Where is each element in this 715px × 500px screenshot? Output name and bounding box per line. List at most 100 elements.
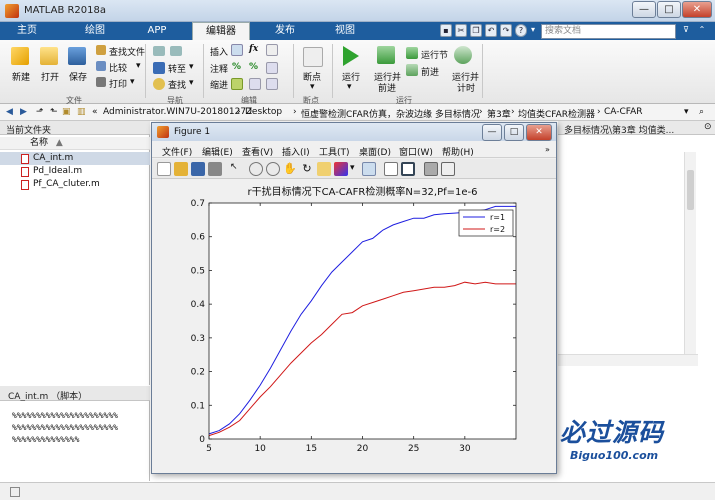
legend-icon[interactable] — [401, 162, 415, 176]
menu-edit[interactable]: 编辑(E) — [202, 145, 233, 158]
find-files-icon[interactable] — [96, 45, 106, 55]
menu-insert[interactable]: 插入(I) — [282, 145, 310, 158]
find-files-label[interactable]: 查找文件 — [109, 45, 145, 58]
data-cursor-icon[interactable] — [317, 162, 331, 176]
path-search-icon[interactable]: ⌕ — [699, 107, 704, 117]
editor-menu-icon[interactable]: ⊙ — [704, 122, 712, 132]
folder-up-icon[interactable]: ⬑ — [50, 107, 58, 117]
run-icon[interactable] — [343, 46, 359, 66]
comment-label[interactable]: 注释 — [210, 62, 228, 75]
file-list-item[interactable]: CA_int.m — [0, 152, 150, 165]
run-and-time-icon[interactable] — [454, 46, 472, 64]
search-filter-icon[interactable]: ⊽ — [680, 24, 692, 37]
open-file-icon[interactable] — [174, 162, 188, 176]
tab-editor[interactable]: 编辑器 — [192, 22, 250, 40]
show-plot-tools-icon[interactable] — [441, 162, 455, 176]
path-segment[interactable]: CA-CFAR — [604, 107, 643, 117]
path-dropdown-icon[interactable]: ▾ — [684, 107, 689, 117]
search-docs-input[interactable]: 搜索文档 — [541, 24, 676, 39]
goto-dropdown-icon[interactable]: ▾ — [189, 62, 194, 72]
wrap-comment-icon[interactable] — [266, 62, 278, 74]
run-section-label[interactable]: 运行节 — [421, 48, 448, 61]
open-icon[interactable] — [40, 47, 58, 65]
increase-indent-icon[interactable] — [249, 78, 261, 90]
path-segment[interactable]: 均值类CFAR检测器 — [518, 107, 595, 120]
quick-save-icon[interactable]: ▪ — [440, 24, 452, 37]
new-icon[interactable] — [11, 47, 29, 65]
brush-dropdown-icon[interactable]: ▾ — [350, 163, 355, 173]
comment-percent-icon[interactable]: % — [232, 62, 241, 72]
file-list-item[interactable]: Pf_CA_cluter.m — [0, 178, 150, 191]
forward-nav-icon[interactable] — [170, 46, 182, 56]
insert-icon[interactable] — [231, 44, 243, 56]
compare-icon[interactable] — [96, 61, 106, 71]
figure-maximize-button[interactable]: □ — [504, 124, 524, 141]
figure-close-button[interactable]: ✕ — [526, 124, 552, 141]
menu-window[interactable]: 窗口(W) — [399, 145, 433, 158]
print-dropdown-icon[interactable]: ▾ — [130, 77, 135, 87]
sort-ascending-icon[interactable]: ▲ — [56, 138, 63, 148]
goto-label[interactable]: 转至 — [168, 62, 186, 75]
new-figure-icon[interactable] — [157, 162, 171, 176]
tab-publish[interactable]: 发布 — [262, 22, 308, 40]
menu-desktop[interactable]: 桌面(D) — [359, 145, 391, 158]
find-label[interactable]: 查找 — [168, 78, 186, 91]
find-dropdown-icon[interactable]: ▾ — [189, 78, 194, 88]
menu-view[interactable]: 查看(V) — [242, 145, 273, 158]
save-label[interactable]: 保存 — [69, 70, 87, 83]
path-segment[interactable]: Administrator.WIN7U-20180127Z — [103, 107, 252, 117]
print-icon[interactable] — [96, 77, 106, 87]
save-figure-icon[interactable] — [191, 162, 205, 176]
figure-minimize-button[interactable]: — — [482, 124, 502, 141]
link-plot-icon[interactable] — [362, 162, 376, 176]
back-nav-icon[interactable] — [153, 46, 165, 56]
close-button[interactable]: ✕ — [682, 1, 712, 18]
advance-icon[interactable] — [406, 64, 418, 76]
help-icon[interactable]: ? — [515, 24, 527, 37]
file-list-item[interactable]: Pd_Ideal.m — [0, 165, 150, 178]
run-and-advance-icon[interactable] — [377, 46, 395, 64]
run-section-icon[interactable] — [406, 47, 418, 59]
print-label[interactable]: 打印 — [109, 77, 127, 90]
zoom-in-icon[interactable] — [249, 162, 263, 176]
zoom-out-icon[interactable] — [266, 162, 280, 176]
name-column-header[interactable]: 名称 ▲ — [0, 137, 150, 150]
dropdown-icon[interactable]: ▾ — [527, 24, 539, 37]
scrollbar-thumb[interactable] — [687, 170, 694, 210]
hide-plot-tools-icon[interactable] — [424, 162, 438, 176]
tab-home[interactable]: 主页 — [4, 22, 50, 40]
path-segment[interactable]: 恒虚警检测CFAR仿真，杂波边缘 多目标情况 — [301, 107, 480, 120]
edit-tool-icon[interactable] — [266, 44, 278, 56]
quick-copy-icon[interactable]: ❐ — [470, 24, 482, 37]
decrease-indent-icon[interactable] — [266, 78, 278, 90]
menu-overflow-icon[interactable]: » — [545, 145, 550, 154]
compare-dropdown-icon[interactable]: ▾ — [136, 61, 141, 71]
uncomment-icon[interactable]: % — [249, 62, 258, 72]
forward-arrow-icon[interactable]: ▶ — [20, 107, 27, 117]
fx-icon[interactable]: fx — [249, 44, 258, 54]
menu-tools[interactable]: 工具(T) — [319, 145, 350, 158]
run-and-advance-label-2[interactable]: 前进 — [378, 81, 396, 94]
path-segment[interactable]: 第3章 — [487, 107, 511, 120]
goto-icon[interactable] — [153, 62, 165, 74]
compare-label[interactable]: 比较 — [109, 61, 127, 74]
editor-hscrollbar[interactable] — [558, 354, 698, 366]
open-label[interactable]: 打开 — [41, 70, 59, 83]
save-icon[interactable] — [68, 47, 86, 65]
tab-apps[interactable]: APP — [134, 22, 180, 40]
pointer-icon[interactable]: ↖ — [230, 162, 244, 176]
tab-plots[interactable]: 绘图 — [72, 22, 118, 40]
run-and-time-label-2[interactable]: 计时 — [457, 81, 475, 94]
insert-label[interactable]: 插入 — [210, 45, 228, 58]
figure-canvas[interactable]: r干扰目标情况下CA-CAFR检测概率N=32,Pf=1e-6 5 10 15 20 25… — [152, 180, 556, 473]
run-dropdown-icon[interactable]: ▾ — [347, 82, 352, 92]
browse-folder-icon[interactable]: ▣ — [62, 107, 71, 117]
find-icon[interactable] — [153, 78, 165, 90]
tab-view[interactable]: 视图 — [322, 22, 368, 40]
new-label[interactable]: 新建 — [12, 70, 30, 83]
path-overflow[interactable]: « — [92, 107, 98, 117]
rotate-icon[interactable]: ↻ — [300, 162, 314, 176]
colorbar-icon[interactable] — [384, 162, 398, 176]
path-segment[interactable]: Desktop — [245, 107, 282, 117]
maximize-button[interactable]: □ — [657, 1, 681, 18]
